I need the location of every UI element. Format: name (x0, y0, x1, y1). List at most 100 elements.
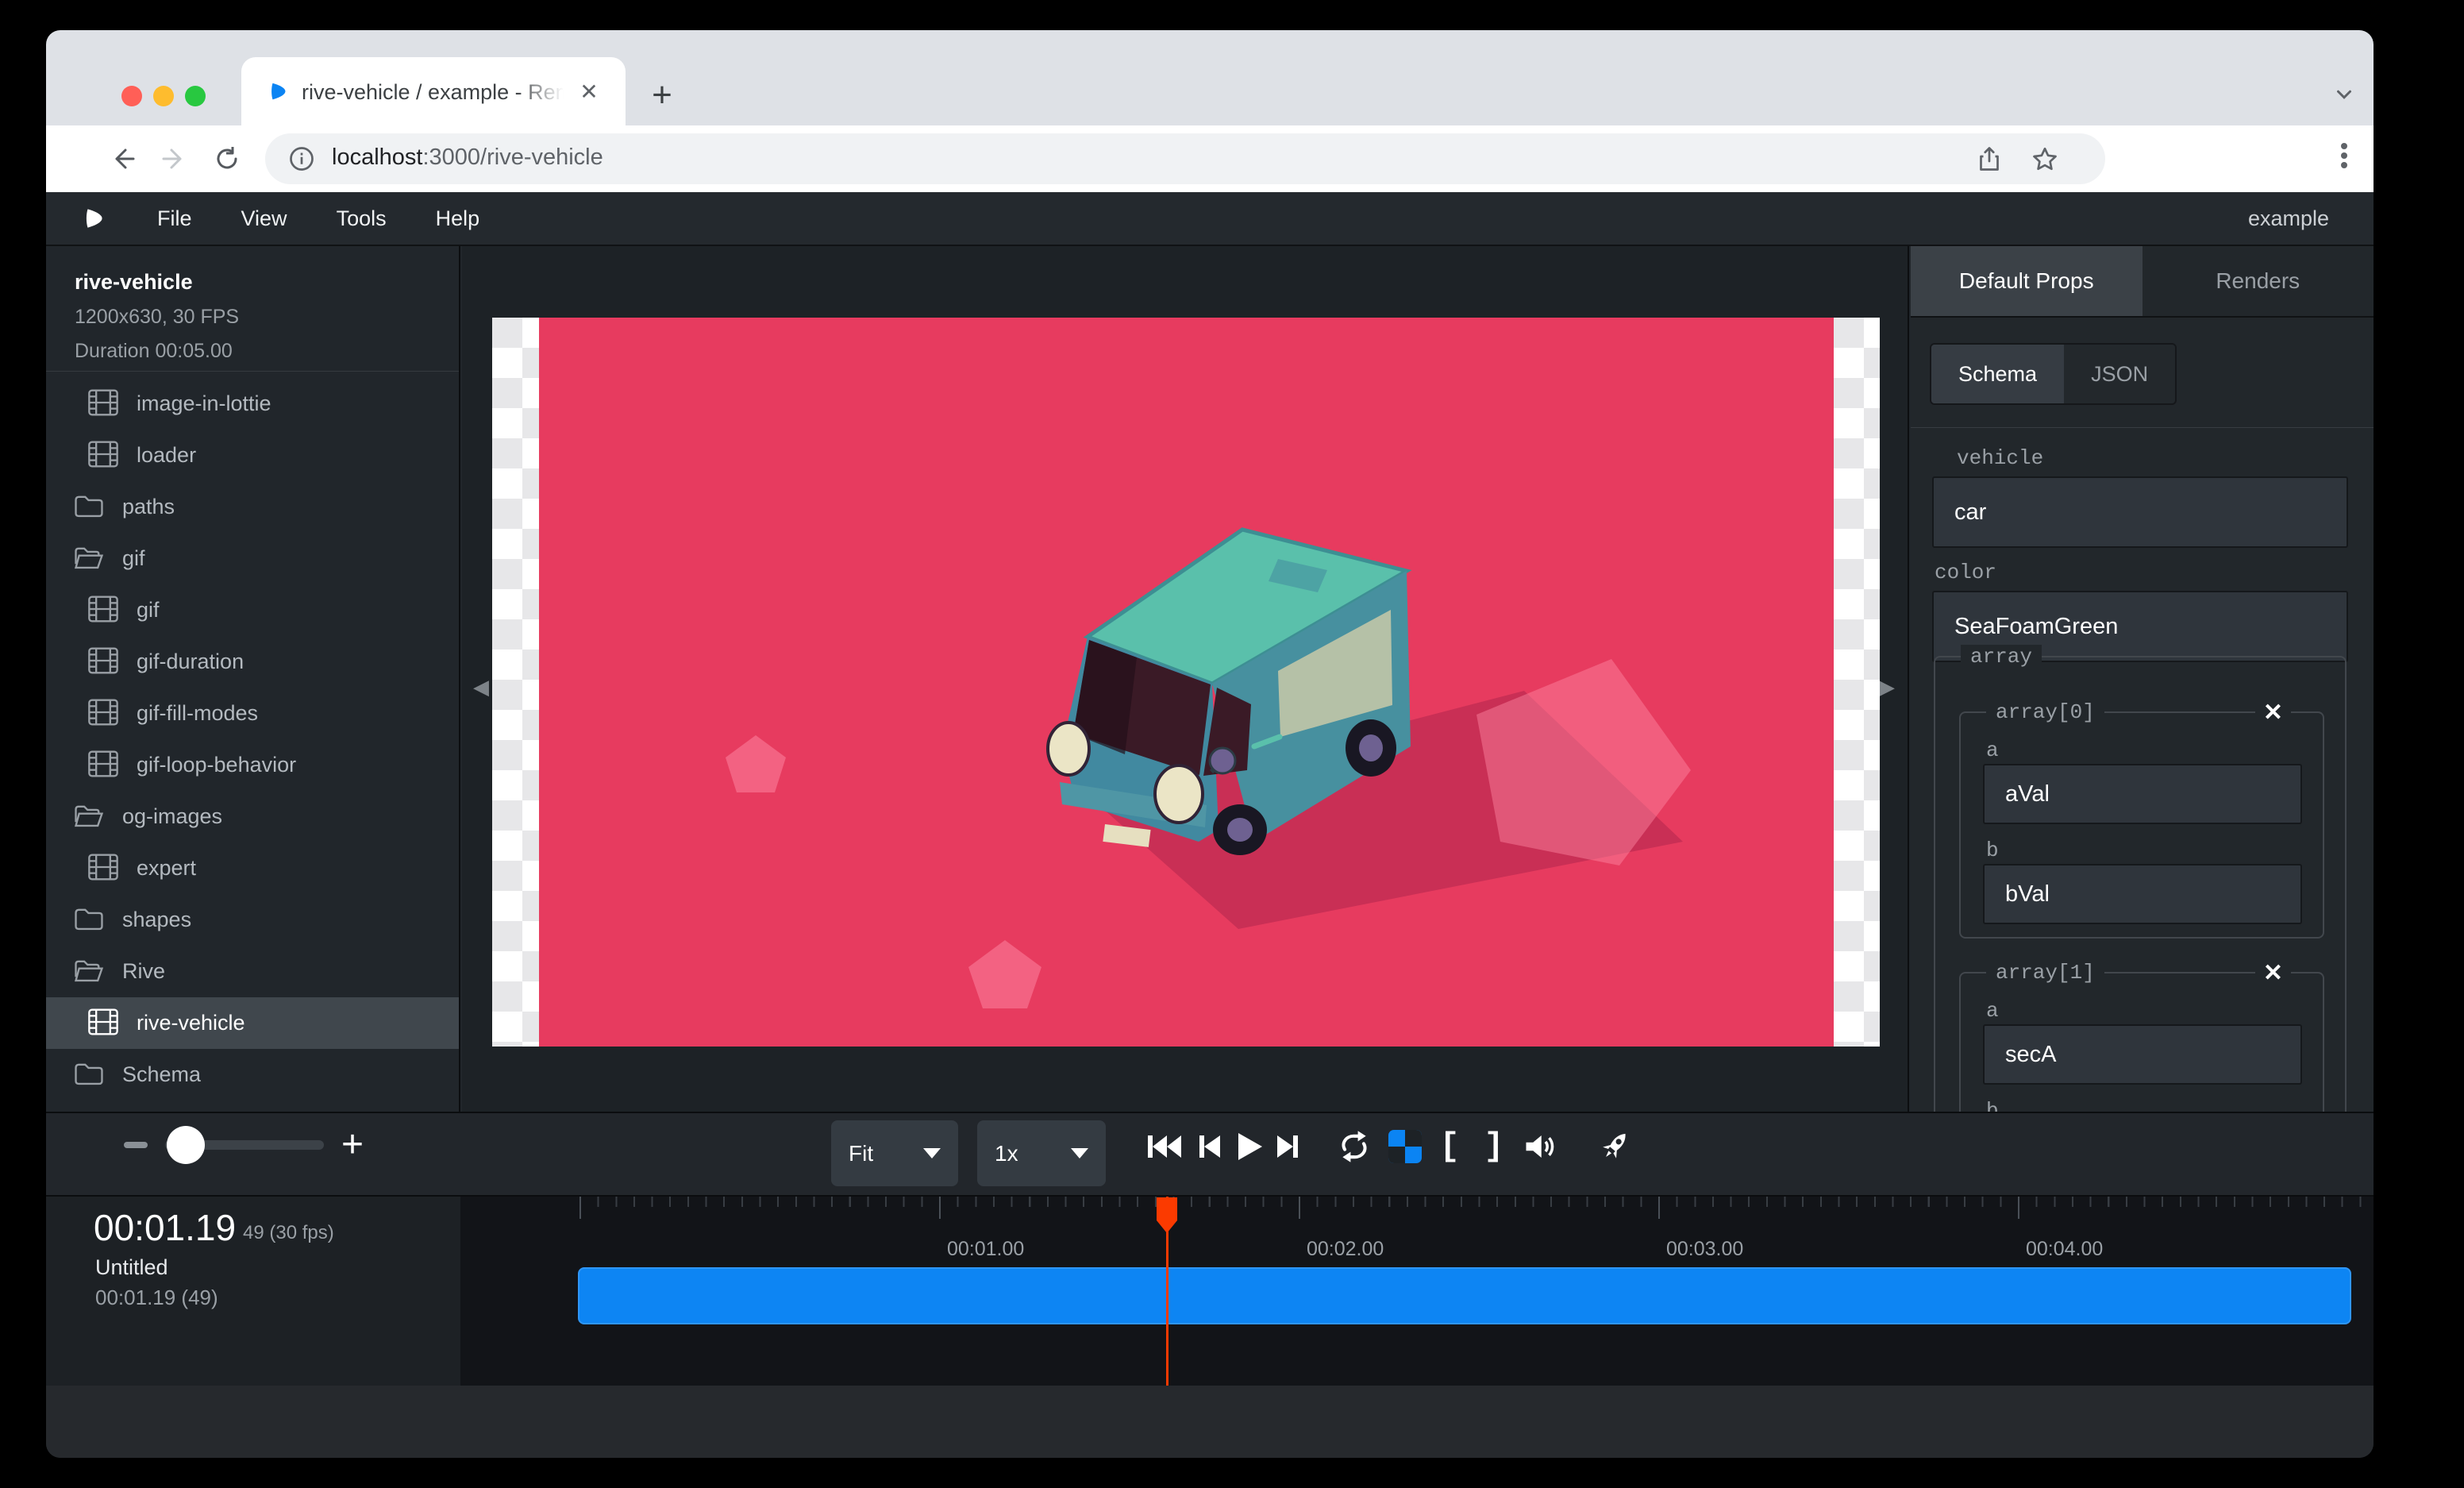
skip-to-start-button[interactable] (1145, 1128, 1183, 1166)
zoom-out-button[interactable] (124, 1142, 148, 1148)
toggle-json[interactable]: JSON (2064, 345, 2175, 403)
tab-strip: rive-vehicle / example - Remot ✕ + (46, 30, 2374, 125)
menu-file[interactable]: File (157, 206, 192, 231)
array0-a-label: a (1986, 738, 1999, 762)
transparency-checker-right (1834, 318, 1880, 1047)
composition-info: rive-vehicle 1200x630, 30 FPS Duration 0… (46, 246, 459, 372)
zoom-slider[interactable] (165, 1140, 324, 1150)
browser-tab[interactable]: rive-vehicle / example - Remot ✕ (241, 57, 626, 125)
menu-view[interactable]: View (241, 206, 287, 231)
volume-icon[interactable] (1521, 1128, 1559, 1166)
film-icon (87, 853, 119, 885)
forward-icon[interactable] (160, 145, 189, 173)
vehicle-label: vehicle (1957, 446, 2043, 470)
array1-remove-icon[interactable]: ✕ (2255, 959, 2291, 987)
sidebar-item-gif-loop-behavior[interactable]: gif-loop-behavior (46, 739, 459, 791)
zoom-in-button[interactable]: + (341, 1126, 364, 1164)
sidebar-item-label: shapes (122, 908, 191, 932)
sidebar-item-paths[interactable]: paths (46, 481, 459, 533)
menu-tools[interactable]: Tools (337, 206, 387, 231)
array0-legend: array[0] (1986, 700, 2104, 724)
compositions-sidebar: rive-vehicle 1200x630, 30 FPS Duration 0… (46, 246, 460, 1112)
composition-dimensions: 1200x630, 30 FPS (75, 306, 459, 329)
sidebar-item-loader[interactable]: loader (46, 430, 459, 481)
sidebar-item-gif[interactable]: gif (46, 533, 459, 584)
sidebar-item-gif-fill-modes[interactable]: gif-fill-modes (46, 688, 459, 739)
browser-window: rive-vehicle / example - Remot ✕ + local… (46, 30, 2374, 1458)
render-rocket-icon[interactable] (1596, 1128, 1634, 1166)
fit-dropdown[interactable]: Fit (831, 1120, 958, 1186)
sidebar-item-label: Rive (122, 959, 165, 984)
sidebar-item-Schema[interactable]: Schema (46, 1049, 459, 1101)
share-icon[interactable] (1975, 145, 2004, 173)
window-close-button[interactable] (121, 86, 142, 106)
next-frame-button[interactable] (1269, 1128, 1307, 1166)
sidebar-item-label: gif (137, 598, 160, 623)
major-tick (2018, 1197, 2019, 1219)
address-bar: localhost:3000/rive-vehicle (46, 125, 2374, 192)
sidebar-item-gif-duration[interactable]: gif-duration (46, 636, 459, 688)
loop-toggle-icon[interactable] (1335, 1128, 1373, 1166)
remotion-logo-icon[interactable] (81, 205, 108, 232)
tab-close-icon[interactable]: ✕ (575, 78, 603, 106)
timeline-bottom-strip (46, 1386, 2374, 1458)
play-button[interactable] (1230, 1128, 1269, 1166)
folder-icon (73, 1059, 105, 1091)
site-info-icon[interactable] (287, 145, 316, 173)
window-minimize-button[interactable] (153, 86, 174, 106)
composition-title: rive-vehicle (75, 270, 459, 295)
zoom-slider-thumb[interactable] (167, 1126, 205, 1164)
film-icon (87, 595, 119, 626)
sidebar-item-rive-vehicle[interactable]: rive-vehicle (46, 997, 459, 1049)
tab-search-chevron-icon[interactable] (2332, 83, 2356, 106)
browser-menu-icon[interactable] (2340, 140, 2348, 178)
array1-fieldset: array[1] ✕ a secA b (1959, 972, 2324, 1112)
fit-dropdown-label: Fit (849, 1141, 873, 1166)
url-field[interactable]: localhost:3000/rive-vehicle (265, 133, 2105, 184)
bookmark-star-icon[interactable] (2031, 145, 2059, 173)
major-tick (1658, 1197, 1660, 1219)
vehicle-animation (539, 318, 1834, 1047)
sidebar-item-shapes[interactable]: shapes (46, 894, 459, 946)
current-time-display: 00:01.19 (94, 1206, 236, 1249)
preview-canvas-area: ◀ ▶ (462, 246, 1909, 1112)
reload-icon[interactable] (213, 145, 241, 173)
speed-dropdown[interactable]: 1x (977, 1120, 1106, 1186)
color-label: color (1935, 561, 1996, 584)
new-tab-button[interactable]: + (643, 78, 681, 116)
array0-a-input[interactable]: aVal (1983, 764, 2302, 824)
window-zoom-button[interactable] (185, 86, 206, 106)
out-point-bracket-icon[interactable]: ] (1475, 1128, 1513, 1166)
sidebar-item-Rive[interactable]: Rive (46, 946, 459, 997)
array-legend: array (1961, 645, 2042, 669)
tick-label: 00:02.00 (1307, 1238, 1384, 1261)
playhead-flag-icon[interactable] (1156, 1197, 1178, 1236)
menu-help[interactable]: Help (436, 206, 480, 231)
array1-a-input[interactable]: secA (1983, 1024, 2302, 1085)
previous-frame-button[interactable] (1191, 1128, 1229, 1166)
tab-renders[interactable]: Renders (2143, 246, 2374, 316)
timeline-track-bar[interactable] (578, 1267, 2351, 1324)
composition-duration: Duration 00:05.00 (75, 340, 459, 363)
back-icon[interactable] (108, 145, 137, 173)
array0-b-input[interactable]: bVal (1983, 864, 2302, 924)
sidebar-item-og-images[interactable]: og-images (46, 791, 459, 842)
tick-label: 00:04.00 (2026, 1238, 2103, 1261)
array0-remove-icon[interactable]: ✕ (2255, 699, 2291, 727)
sidebar-item-expert[interactable]: expert (46, 842, 459, 894)
vehicle-input[interactable]: car (1932, 476, 2348, 548)
in-point-bracket-icon[interactable]: [ (1430, 1128, 1469, 1166)
url-text: localhost:3000/rive-vehicle (332, 145, 603, 171)
collapse-left-panel-icon[interactable]: ◀ (473, 675, 489, 700)
sidebar-item-gif[interactable]: gif (46, 584, 459, 636)
film-icon (87, 750, 119, 781)
sidebar-item-image-in-lottie[interactable]: image-in-lottie (46, 378, 459, 430)
transparency-toggle-icon[interactable] (1386, 1128, 1424, 1166)
tab-default-props[interactable]: Default Props (1911, 246, 2143, 316)
collapse-right-panel-icon[interactable]: ▶ (1879, 675, 1895, 700)
toggle-schema[interactable]: Schema (1931, 345, 2064, 403)
film-icon (87, 440, 119, 472)
film-icon (87, 388, 119, 420)
film-icon (87, 1008, 119, 1039)
track-name: Untitled (95, 1255, 168, 1280)
